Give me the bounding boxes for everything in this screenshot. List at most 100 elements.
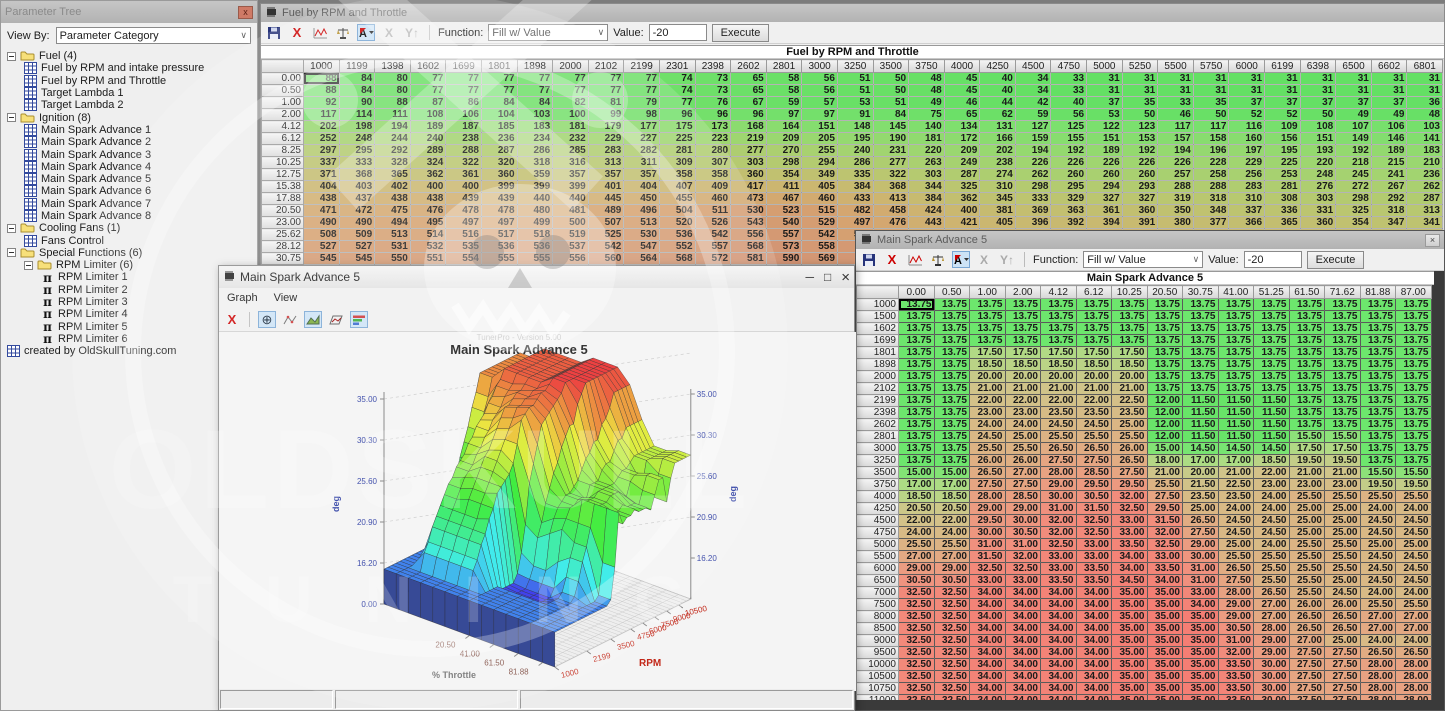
table-cell[interactable]: 79 xyxy=(624,97,660,109)
table-cell[interactable]: 28.00 xyxy=(1360,659,1396,671)
table-cell[interactable]: 360 xyxy=(731,169,767,181)
table-cell[interactable]: 35.00 xyxy=(1147,647,1183,659)
table-cell[interactable]: 333 xyxy=(1015,193,1051,205)
table-cell[interactable]: 32.50 xyxy=(934,599,970,611)
tree-item[interactable]: Main Spark Advance 3 xyxy=(7,148,257,160)
table-cell[interactable]: 56 xyxy=(802,85,838,97)
table-cell[interactable]: 581 xyxy=(731,253,767,265)
table-cell[interactable]: 13.75 xyxy=(1183,311,1219,323)
table-cell[interactable]: 27.00 xyxy=(1360,623,1396,635)
column-header[interactable]: 71.62 xyxy=(1325,286,1361,299)
table-cell[interactable]: 13.75 xyxy=(1147,359,1183,371)
table-cell[interactable]: 104 xyxy=(481,109,517,121)
table-cell[interactable]: 15.00 xyxy=(899,467,935,479)
table-cell[interactable]: 310 xyxy=(1229,193,1265,205)
row-header[interactable]: 17.88 xyxy=(262,193,304,205)
table-cell[interactable]: 32.50 xyxy=(899,635,935,647)
table-cell[interactable]: 497 xyxy=(837,217,873,229)
row-header[interactable]: 10500 xyxy=(857,671,899,683)
table-cell[interactable]: 31.00 xyxy=(970,539,1006,551)
table-cell[interactable]: 368 xyxy=(339,169,375,181)
save-icon[interactable] xyxy=(860,251,878,268)
table-cell[interactable]: 77 xyxy=(624,73,660,85)
table-cell[interactable]: 26.50 xyxy=(1218,563,1254,575)
table-cell[interactable]: 58 xyxy=(766,85,802,97)
table-cell[interactable]: 13.75 xyxy=(1325,395,1361,407)
table-cell[interactable]: 497 xyxy=(481,217,517,229)
table-cell[interactable]: 411 xyxy=(766,181,802,193)
table-cell[interactable]: 337 xyxy=(1229,205,1265,217)
table-cell[interactable]: 32.50 xyxy=(899,587,935,599)
table-cell[interactable]: 194 xyxy=(1158,145,1194,157)
table-cell[interactable]: 471 xyxy=(304,205,340,217)
table-cell[interactable]: 125 xyxy=(1051,121,1087,133)
table-cell[interactable]: 277 xyxy=(731,145,767,157)
table-cell[interactable]: 13.75 xyxy=(1396,359,1432,371)
table-cell[interactable]: 30.50 xyxy=(899,575,935,587)
table-cell[interactable]: 404 xyxy=(304,181,340,193)
table-cell[interactable]: 32.50 xyxy=(899,611,935,623)
table-cell[interactable]: 25.50 xyxy=(1325,551,1361,563)
table-cell[interactable]: 13.75 xyxy=(899,443,935,455)
table-cell[interactable]: 29.00 xyxy=(1218,611,1254,623)
table-cell[interactable]: 509 xyxy=(339,229,375,241)
table-cell[interactable]: 439 xyxy=(446,193,482,205)
table-cell[interactable]: 303 xyxy=(909,169,945,181)
table-cell[interactable]: 514 xyxy=(410,229,446,241)
table-cell[interactable]: 307 xyxy=(695,157,731,169)
table-cell[interactable]: 13.75 xyxy=(1183,371,1219,383)
table-cell[interactable]: 34.00 xyxy=(970,671,1006,683)
table-cell[interactable]: 31 xyxy=(1336,73,1372,85)
table-cell[interactable]: 20.00 xyxy=(1041,371,1077,383)
table-cell[interactable]: 34.00 xyxy=(1041,599,1077,611)
table-cell[interactable]: 433 xyxy=(837,193,873,205)
table-cell[interactable]: 287 xyxy=(944,169,980,181)
table-cell[interactable]: 209 xyxy=(944,145,980,157)
table-cell[interactable]: 84 xyxy=(517,97,553,109)
table-cell[interactable]: 450 xyxy=(624,193,660,205)
row-header[interactable]: 8000 xyxy=(857,611,899,623)
table-cell[interactable]: 220 xyxy=(909,145,945,157)
table-cell[interactable]: 32.50 xyxy=(899,671,935,683)
table-cell[interactable]: 24.50 xyxy=(1254,515,1290,527)
table-cell[interactable]: 394 xyxy=(1087,217,1123,229)
table-cell[interactable]: 183 xyxy=(517,121,553,133)
table-cell[interactable]: 109 xyxy=(1265,121,1301,133)
table-cell[interactable]: 13.75 xyxy=(1254,371,1290,383)
table-cell[interactable]: 257 xyxy=(1158,169,1194,181)
table-cell[interactable]: 34.00 xyxy=(1076,623,1112,635)
table-cell[interactable]: 28.50 xyxy=(1076,467,1112,479)
table-cell[interactable]: 13.75 xyxy=(899,455,935,467)
table-cell[interactable]: 27.50 xyxy=(1289,647,1325,659)
table-cell[interactable]: 26.50 xyxy=(1396,647,1432,659)
table-cell[interactable]: 34 xyxy=(1015,73,1051,85)
table-cell[interactable]: 77 xyxy=(517,85,553,97)
table-cell[interactable]: 25.00 xyxy=(1325,635,1361,647)
table-cell[interactable]: 153 xyxy=(1122,133,1158,145)
table-cell[interactable]: 77 xyxy=(410,85,446,97)
table-cell[interactable]: 190 xyxy=(873,133,909,145)
row-header[interactable]: 6000 xyxy=(857,563,899,575)
table-cell[interactable]: 146 xyxy=(1371,133,1407,145)
close-icon[interactable]: × xyxy=(1425,234,1440,247)
table-cell[interactable]: 42 xyxy=(1015,97,1051,109)
table-cell[interactable]: 295 xyxy=(1051,181,1087,193)
table-cell[interactable]: 21.00 xyxy=(1041,383,1077,395)
table-cell[interactable]: 335 xyxy=(837,169,873,181)
table-cell[interactable]: 35.00 xyxy=(1147,695,1183,701)
table-cell[interactable]: 25.00 xyxy=(1325,503,1361,515)
table-cell[interactable]: 13.75 xyxy=(934,431,970,443)
table-cell[interactable]: 409 xyxy=(695,181,731,193)
table-cell[interactable]: 18.50 xyxy=(934,491,970,503)
table-cell[interactable]: 13.75 xyxy=(1289,419,1325,431)
table-cell[interactable]: 24.00 xyxy=(934,527,970,539)
table-cell[interactable]: 131 xyxy=(980,121,1016,133)
table-cell[interactable]: 236 xyxy=(481,133,517,145)
table-cell[interactable]: 122 xyxy=(1087,121,1123,133)
table-cell[interactable]: 96 xyxy=(659,109,695,121)
table-cell[interactable]: 507 xyxy=(588,217,624,229)
table-cell[interactable]: 35.00 xyxy=(1147,683,1183,695)
table-cell[interactable]: 244 xyxy=(375,133,411,145)
column-header[interactable]: 20.50 xyxy=(1147,286,1183,299)
table-cell[interactable]: 478 xyxy=(481,205,517,217)
